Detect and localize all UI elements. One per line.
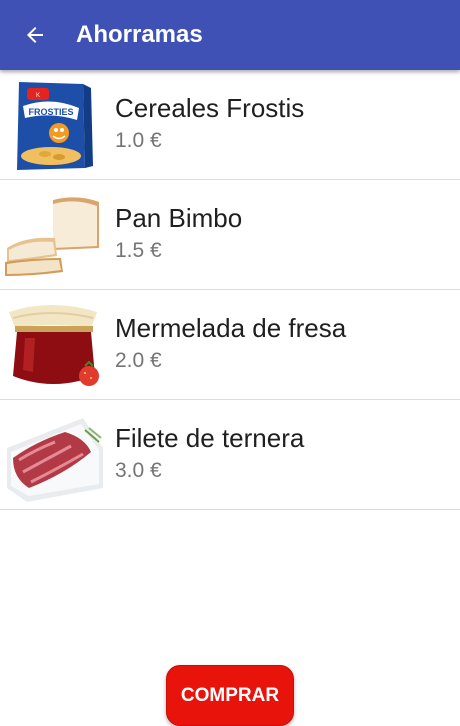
product-name: Filete de ternera — [115, 423, 305, 453]
list-item[interactable]: Pan Bimbo 1.5 € — [0, 180, 460, 290]
app-title: Ahorramas — [76, 21, 203, 48]
product-list: K FROSTIES Cereales Frostis 1.0 € Pan Bi… — [0, 70, 460, 510]
beef-fillet-image — [5, 408, 103, 503]
product-name: Cereales Frostis — [115, 93, 305, 123]
list-item[interactable]: Filete de ternera 3.0 € — [0, 400, 460, 510]
list-item[interactable]: Mermelada de fresa 2.0 € — [0, 290, 460, 400]
buy-button[interactable]: COMPRAR — [166, 665, 294, 726]
svg-text:FROSTIES: FROSTIES — [28, 107, 73, 117]
jam-jar-image — [5, 298, 103, 393]
svg-text:K: K — [36, 93, 40, 99]
product-price: 2.0 € — [115, 349, 162, 372]
product-price: 3.0 € — [115, 459, 162, 482]
cereal-box-image: K FROSTIES — [5, 78, 103, 173]
product-name: Mermelada de fresa — [115, 313, 347, 343]
arrow-back-icon — [27, 27, 43, 43]
product-name: Pan Bimbo — [115, 203, 243, 233]
product-price: 1.0 € — [115, 129, 162, 152]
bread-image — [5, 188, 103, 283]
app-bar: Ahorramas — [0, 0, 460, 70]
back-button[interactable] — [0, 0, 70, 70]
product-price: 1.5 € — [115, 239, 162, 262]
list-item[interactable]: K FROSTIES Cereales Frostis 1.0 € — [0, 70, 460, 180]
